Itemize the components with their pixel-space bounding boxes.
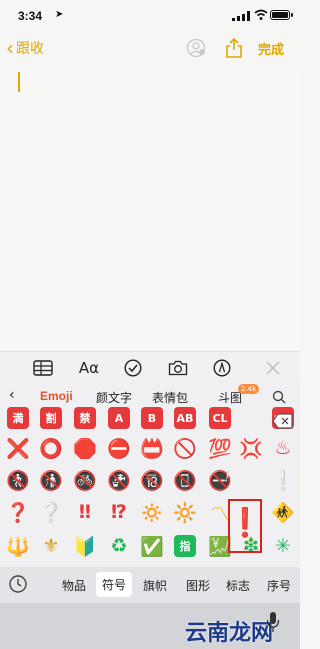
emoji-cell[interactable]: 🚯 xyxy=(38,467,64,493)
emoji-cell[interactable]: ‼ xyxy=(72,499,98,525)
keyboard-footer: 云南龙网 xyxy=(0,603,300,649)
emoji-cell[interactable]: 🚸 xyxy=(270,499,296,525)
battery-nub xyxy=(291,13,293,17)
emoji-cell[interactable]: 🛑 xyxy=(72,435,98,461)
tab-emoji[interactable]: Emoji xyxy=(40,389,73,403)
emoji-cell[interactable]: ♨ xyxy=(270,435,296,461)
done-button[interactable]: 完成 xyxy=(258,39,284,58)
tab-numbers[interactable]: 序号 xyxy=(267,577,291,594)
emoji-cell[interactable]: A xyxy=(106,405,132,431)
emoji-cell[interactable]: 禁 xyxy=(72,405,98,431)
emoji-cell[interactable]: 💯 xyxy=(207,435,233,461)
emoji-key: 禁 xyxy=(74,407,96,429)
emoji-cell[interactable]: ⚜ xyxy=(38,533,64,559)
emoji-key: A xyxy=(108,407,130,429)
emoji-cell[interactable]: 🚭 xyxy=(207,467,233,493)
close-icon xyxy=(266,361,280,375)
emoji-cell[interactable]: 💢 xyxy=(238,435,264,461)
share-icon[interactable] xyxy=(225,37,243,59)
new-badge: 2.4k xyxy=(238,384,260,394)
checklist-button[interactable] xyxy=(122,358,144,378)
note-editor[interactable] xyxy=(0,66,300,351)
watermark-logo: 云南龙网 xyxy=(185,621,274,646)
emoji-cell[interactable]: ⛔ xyxy=(106,435,132,461)
camera-button[interactable] xyxy=(167,358,189,378)
backspace-icon[interactable] xyxy=(272,413,294,429)
emoji-key: CL xyxy=(209,407,231,429)
emoji-cell[interactable]: ✳ xyxy=(270,533,296,559)
selection-highlight-box xyxy=(228,499,262,553)
text-cursor xyxy=(18,72,20,92)
chevron-left-icon: ‹ xyxy=(6,36,14,60)
tab-symbols[interactable]: 符号 xyxy=(96,572,133,597)
emoji-cell[interactable]: 🔞 xyxy=(139,467,165,493)
cellular-signal-icon xyxy=(232,11,250,21)
chevron-left-icon[interactable]: ‹ xyxy=(9,387,15,403)
search-icon[interactable] xyxy=(272,390,286,404)
pen-circle-icon xyxy=(213,359,231,377)
emoji-cell[interactable]: B xyxy=(139,405,165,431)
markup-button[interactable] xyxy=(211,358,233,378)
tab-kaomoji[interactable]: 颜文字 xyxy=(96,389,132,406)
emoji-cell[interactable]: 🔱 xyxy=(5,533,31,559)
navigation-bar: ‹ 跟收 完成 xyxy=(0,30,300,66)
emoji-cell[interactable]: 満 xyxy=(5,405,31,431)
emoji-grid: 満 割 禁 A B AB CL SOS ❌ ⭕ 🛑 ⛔ 📛 🚫 💯 💢 ♨ 🚷 … xyxy=(0,407,300,567)
camera-icon xyxy=(168,360,188,376)
microphone-icon[interactable] xyxy=(266,611,280,633)
emoji-key: 割 xyxy=(40,407,62,429)
text-style-button[interactable]: Aα xyxy=(78,358,100,378)
tab-signs[interactable]: 标志 xyxy=(226,577,250,594)
emoji-key: AB xyxy=(174,407,196,429)
emoji-cell[interactable]: 🚫 xyxy=(172,435,198,461)
emoji-cell[interactable]: 🔰 xyxy=(72,533,98,559)
emoji-key: 満 xyxy=(7,407,29,429)
back-button[interactable]: ‹ 跟收 xyxy=(6,38,44,58)
table-icon xyxy=(33,360,53,376)
emoji-cell[interactable]: 🔅 xyxy=(139,499,165,525)
battery-icon xyxy=(270,10,290,20)
table-button[interactable] xyxy=(32,358,54,378)
close-toolbar-button[interactable] xyxy=(262,358,284,378)
wifi-icon xyxy=(254,9,268,20)
status-bar: 3:34 ➤ xyxy=(0,0,300,30)
emoji-cell[interactable]: ♻ xyxy=(106,533,132,559)
emoji-cell[interactable]: CL xyxy=(207,405,233,431)
emoji-cell[interactable]: ❓ xyxy=(5,499,31,525)
emoji-cell[interactable]: 🚱 xyxy=(106,467,132,493)
emoji-cell[interactable]: ❔ xyxy=(38,499,64,525)
status-time: 3:34 xyxy=(18,9,43,23)
emoji-cell[interactable]: ⭕ xyxy=(38,435,64,461)
emoji-cell[interactable]: 指 xyxy=(172,533,198,559)
emoji-cell[interactable]: 🔆 xyxy=(172,499,198,525)
collaborate-icon[interactable] xyxy=(185,38,207,58)
tab-flags[interactable]: 旗帜 xyxy=(143,577,167,594)
emoji-key: B xyxy=(141,407,163,429)
emoji-cell[interactable]: 🚷 xyxy=(5,467,31,493)
location-icon: ➤ xyxy=(55,9,64,20)
emoji-cell[interactable]: ✅ xyxy=(139,533,165,559)
emoji-cell[interactable]: ❕ xyxy=(270,467,296,493)
emoji-cell[interactable]: ❌ xyxy=(5,435,31,461)
emoji-cell[interactable]: 🚳 xyxy=(72,467,98,493)
emoji-cell[interactable]: AB xyxy=(172,405,198,431)
emoji-cell[interactable]: 📛 xyxy=(139,435,165,461)
tab-shapes[interactable]: 图形 xyxy=(186,577,210,594)
format-toolbar: Aα xyxy=(0,351,300,384)
emoji-cell[interactable]: 📵 xyxy=(172,467,198,493)
back-label: 跟收 xyxy=(16,41,44,57)
emoji-keyboard: ‹ Emoji 颜文字 表情包 斗图 2.4k 満 割 禁 A B AB CL … xyxy=(0,383,300,649)
recent-clock-icon[interactable] xyxy=(8,574,28,594)
tab-stickers[interactable]: 表情包 xyxy=(152,389,188,406)
emoji-key: 指 xyxy=(174,535,196,557)
emoji-cell[interactable]: ⁉ xyxy=(106,499,132,525)
emoji-category-tabs: 物品 符号 旗帜 图形 标志 序号 xyxy=(0,567,300,603)
checkmark-circle-icon xyxy=(124,359,142,377)
emoji-cell[interactable]: 割 xyxy=(38,405,64,431)
tab-objects[interactable]: 物品 xyxy=(62,577,86,594)
